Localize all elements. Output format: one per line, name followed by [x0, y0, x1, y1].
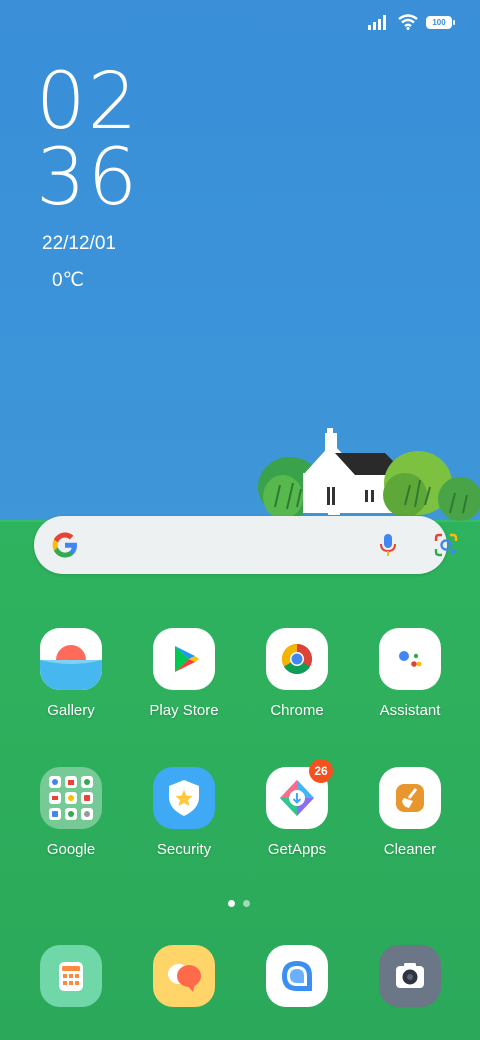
messages-icon — [168, 964, 201, 992]
dock-camera[interactable] — [360, 945, 460, 1007]
chat-icon — [282, 961, 312, 991]
clock-minutes: 36 — [36, 133, 140, 223]
gallery-icon — [40, 628, 102, 690]
camera-icon — [396, 963, 424, 988]
dock-chat[interactable] — [247, 945, 347, 1007]
dock-messages[interactable] — [134, 945, 234, 1007]
date-text: 22/12/01 — [42, 233, 116, 254]
app-label: GetApps — [267, 841, 327, 858]
app-play-store[interactable]: Play Store — [134, 628, 234, 719]
temperature-text: 0℃ — [52, 270, 84, 291]
app-label: Chrome — [270, 702, 324, 719]
app-label: Gallery — [47, 702, 95, 719]
chrome-icon — [281, 644, 313, 675]
app-label: Security — [156, 841, 212, 858]
app-chrome[interactable]: Chrome — [247, 628, 347, 719]
notification-badge: 26 — [309, 759, 333, 783]
mic-icon[interactable] — [374, 531, 402, 559]
google-icon — [52, 532, 77, 558]
app-label: Cleaner — [383, 841, 437, 858]
app-cleaner[interactable]: Cleaner — [360, 767, 460, 858]
signal-icon — [368, 15, 386, 30]
google-folder-icon — [49, 776, 93, 820]
clock-hours: 02 — [36, 57, 140, 147]
page-dot-active — [228, 900, 235, 907]
page-indicator — [228, 900, 250, 907]
status-bar: 100 — [368, 14, 455, 30]
app-getapps[interactable]: 26 GetApps — [247, 759, 347, 858]
lens-icon[interactable] — [432, 531, 460, 559]
battery-indicator: 100 — [426, 15, 455, 29]
app-label: Google — [46, 841, 96, 858]
folder-google[interactable]: Google — [21, 767, 121, 858]
dock-calculator[interactable] — [21, 945, 121, 1007]
app-security[interactable]: Security — [134, 767, 234, 858]
assistant-icon — [399, 651, 422, 667]
security-icon — [169, 780, 199, 816]
calculator-icon — [59, 962, 83, 991]
page-dot — [243, 900, 250, 907]
cleaner-icon — [396, 784, 424, 812]
wifi-icon — [398, 14, 418, 30]
app-label: Assistant — [379, 702, 441, 719]
clock-widget[interactable]: 02 36 — [36, 57, 140, 223]
app-label: Play Store — [149, 702, 219, 719]
app-assistant[interactable]: Assistant — [360, 628, 460, 719]
google-search-bar[interactable] — [34, 516, 458, 574]
app-gallery[interactable]: Gallery — [21, 628, 121, 719]
play-store-icon — [175, 646, 199, 672]
